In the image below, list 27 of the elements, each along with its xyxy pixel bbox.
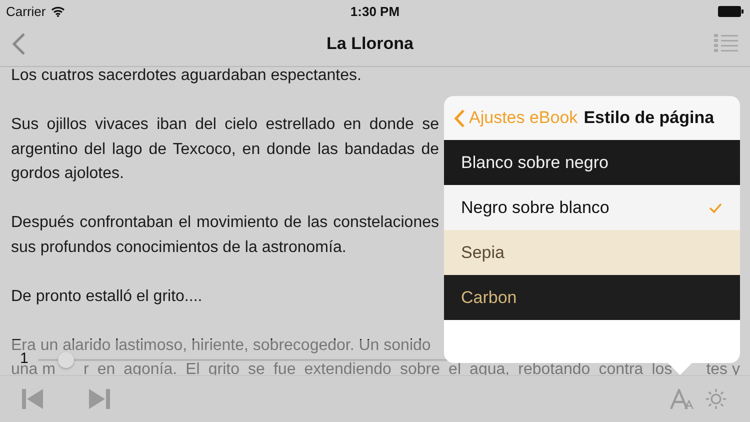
slider-thumb[interactable] [58, 352, 74, 368]
battery-icon [718, 6, 744, 16]
skip-back-icon[interactable] [22, 389, 44, 409]
text-line: Sus ojillos vivaces iban del cielo estrellado en donde se [11, 117, 439, 132]
back-chevron-icon [454, 108, 465, 128]
book-title: La Llorona [326, 34, 414, 54]
page-style-option[interactable]: Negro sobre blanco [444, 185, 740, 230]
page-style-option[interactable]: Sepia [444, 230, 740, 275]
text-line: Los cuatros sacerdotes aguardaban espectantes. [11, 68, 362, 83]
font-size-icon[interactable] [670, 389, 694, 409]
text-line: Era un alarido lastimoso, hiriente, sobrecogedor. Un sonido [11, 338, 432, 352]
table-of-contents-icon[interactable] [714, 33, 738, 55]
text-line: Después confrontaban el movimiento de las constelaciones [11, 215, 439, 230]
text-line: argentino del lago de Texcoco, en donde las bandadas de [11, 142, 439, 156]
carrier-label: Carrier [6, 4, 46, 18]
clock-time: 1:30 PM [350, 4, 400, 18]
text-line: De pronto estalló el grito.... [11, 288, 204, 304]
popover-title: Estilo de página [584, 108, 714, 128]
wifi-icon [50, 6, 65, 16]
back-chevron-icon[interactable] [12, 33, 26, 55]
text-line: gordos ajolotes. [11, 166, 125, 181]
text-line: sus profundos conocimientos de la astronomía. [11, 240, 348, 254]
page-style-option[interactable]: Carbon [444, 275, 740, 320]
skip-forward-icon[interactable] [88, 389, 110, 409]
checkmark-icon [709, 202, 722, 212]
page-style-option[interactable]: Blanco sobre negro [444, 140, 740, 185]
brightness-icon[interactable] [704, 387, 728, 411]
